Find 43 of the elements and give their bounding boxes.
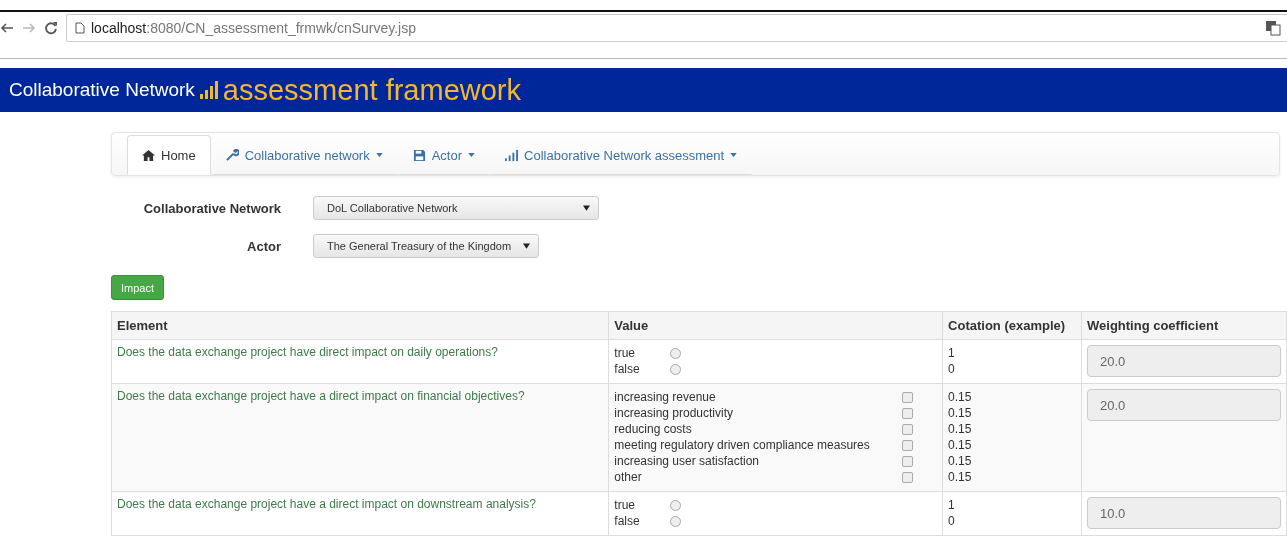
- nav-tab[interactable]: Home: [127, 135, 211, 175]
- nav-tab[interactable]: Collaborative Network assessment: [490, 135, 753, 175]
- cotation-value: 0.15: [948, 469, 973, 485]
- weight-field[interactable]: 20.0: [1087, 345, 1281, 377]
- cotation-value: 0.15: [948, 437, 973, 453]
- option-label: increasing productivity: [614, 406, 735, 420]
- address-bar[interactable]: localhost:8080/CN_assessment_frmwk/cnSurvey.jsp: [66, 14, 1287, 42]
- cotation-value: 1: [948, 345, 956, 361]
- option-label: true: [614, 346, 636, 360]
- option-label: false: [614, 514, 641, 528]
- column-header: Value: [608, 311, 943, 340]
- cotation-value: 0.15: [948, 453, 973, 469]
- cotation-value: 0.15: [948, 389, 973, 405]
- select-field[interactable]: The General Treasury of the Kingdom: [313, 234, 540, 258]
- weight-field[interactable]: 20.0: [1087, 389, 1281, 421]
- cotation-value: 0: [948, 361, 956, 377]
- field-label: Actor: [246, 238, 281, 254]
- option-label: increasing revenue: [614, 390, 717, 404]
- nav-tab[interactable]: Collaborative network: [210, 135, 398, 175]
- select-field[interactable]: DoL Collaborative Network: [313, 196, 599, 220]
- cotation-value: 0: [948, 513, 956, 529]
- column-header: Weighting coefficient: [1081, 311, 1287, 340]
- question-cell: Does the data exchange project have a direct impact on financial objectives?: [111, 383, 609, 492]
- app-subtitle: assessment framework: [222, 73, 521, 107]
- column-header: Element: [111, 311, 609, 340]
- field-label: Collaborative Network: [142, 200, 281, 216]
- option-label: reducing costs: [614, 422, 693, 436]
- cotation-value: 0.15: [948, 421, 973, 437]
- url-text: localhost:8080/CN_assessment_frmwk/cnSurvey.jsp: [91, 20, 417, 36]
- impact-button[interactable]: Impact: [111, 275, 164, 300]
- option-label: increasing user satisfaction: [614, 454, 761, 468]
- column-header: Cotation (example): [942, 311, 1082, 340]
- cotation-value: 1: [948, 497, 956, 513]
- question-cell: Does the data exchange project have direct impact on daily operations?: [111, 339, 609, 384]
- option-label: other: [614, 470, 643, 484]
- option-label: meeting regulatory driven compliance measures: [614, 438, 871, 452]
- nav-tab[interactable]: Actor: [397, 135, 491, 175]
- cotation-value: 0.15: [948, 405, 973, 421]
- option-label: false: [614, 362, 641, 376]
- question-cell: Does the data exchange project have a direct impact on downstream analysis?: [111, 491, 609, 536]
- weight-field[interactable]: 10.0: [1087, 497, 1281, 529]
- option-label: true: [614, 498, 636, 512]
- app-title: Collaborative Network: [9, 79, 195, 101]
